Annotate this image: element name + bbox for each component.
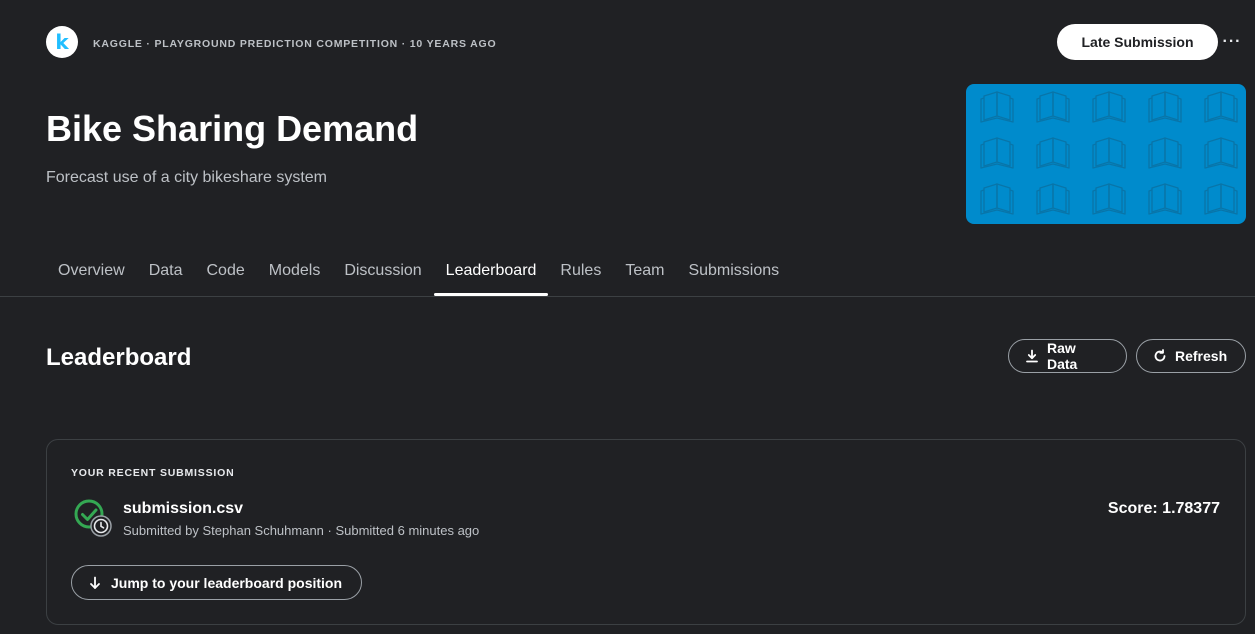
tab-models[interactable]: Models xyxy=(257,258,333,292)
recent-submission-card: YOUR RECENT SUBMISSION submission.csv Su… xyxy=(46,439,1246,625)
late-submission-button[interactable]: Late Submission xyxy=(1057,24,1218,60)
competition-page: k KAGGLE · PLAYGROUND PREDICTION COMPETI… xyxy=(0,0,1255,634)
tab-rules[interactable]: Rules xyxy=(548,258,613,292)
refresh-icon xyxy=(1153,349,1167,363)
tab-team[interactable]: Team xyxy=(613,258,676,292)
kaggle-logo[interactable]: k xyxy=(46,26,78,58)
competition-banner xyxy=(966,84,1246,224)
more-options-button[interactable]: ··· xyxy=(1220,30,1244,54)
jump-to-position-button[interactable]: Jump to your leaderboard position xyxy=(71,565,362,600)
page-subtitle: Forecast use of a city bikeshare system xyxy=(46,169,327,186)
recent-submission-label: YOUR RECENT SUBMISSION xyxy=(71,467,235,479)
competition-meta: KAGGLE · PLAYGROUND PREDICTION COMPETITI… xyxy=(93,38,497,50)
book-pattern-icon xyxy=(966,84,1246,224)
check-clock-icon xyxy=(73,498,113,538)
tab-submissions[interactable]: Submissions xyxy=(676,258,791,292)
submission-file-name[interactable]: submission.csv xyxy=(123,500,243,518)
leaderboard-title: Leaderboard xyxy=(46,344,192,371)
more-icon: ··· xyxy=(1222,33,1242,50)
submission-score: Score: 1.78377 xyxy=(1107,500,1220,517)
raw-data-button[interactable]: Raw Data xyxy=(1008,339,1127,373)
refresh-button[interactable]: Refresh xyxy=(1136,339,1246,373)
submission-meta: Submitted by Stephan Schuhmann · Submitt… xyxy=(123,523,480,538)
refresh-label: Refresh xyxy=(1175,348,1228,364)
tabs-divider xyxy=(0,296,1255,297)
tab-code[interactable]: Code xyxy=(194,258,256,292)
tab-data[interactable]: Data xyxy=(137,258,195,292)
download-icon xyxy=(1025,349,1039,363)
jump-label: Jump to your leaderboard position xyxy=(111,574,343,591)
raw-data-label: Raw Data xyxy=(1047,340,1078,372)
tab-discussion[interactable]: Discussion xyxy=(332,258,433,292)
page-title: Bike Sharing Demand xyxy=(46,108,419,149)
arrow-down-icon xyxy=(88,576,102,590)
competition-tabs: Overview Data Code Models Discussion Lea… xyxy=(46,258,791,296)
kaggle-logo-letter: k xyxy=(55,30,69,54)
tab-leaderboard[interactable]: Leaderboard xyxy=(433,258,549,296)
tab-overview[interactable]: Overview xyxy=(46,258,137,292)
